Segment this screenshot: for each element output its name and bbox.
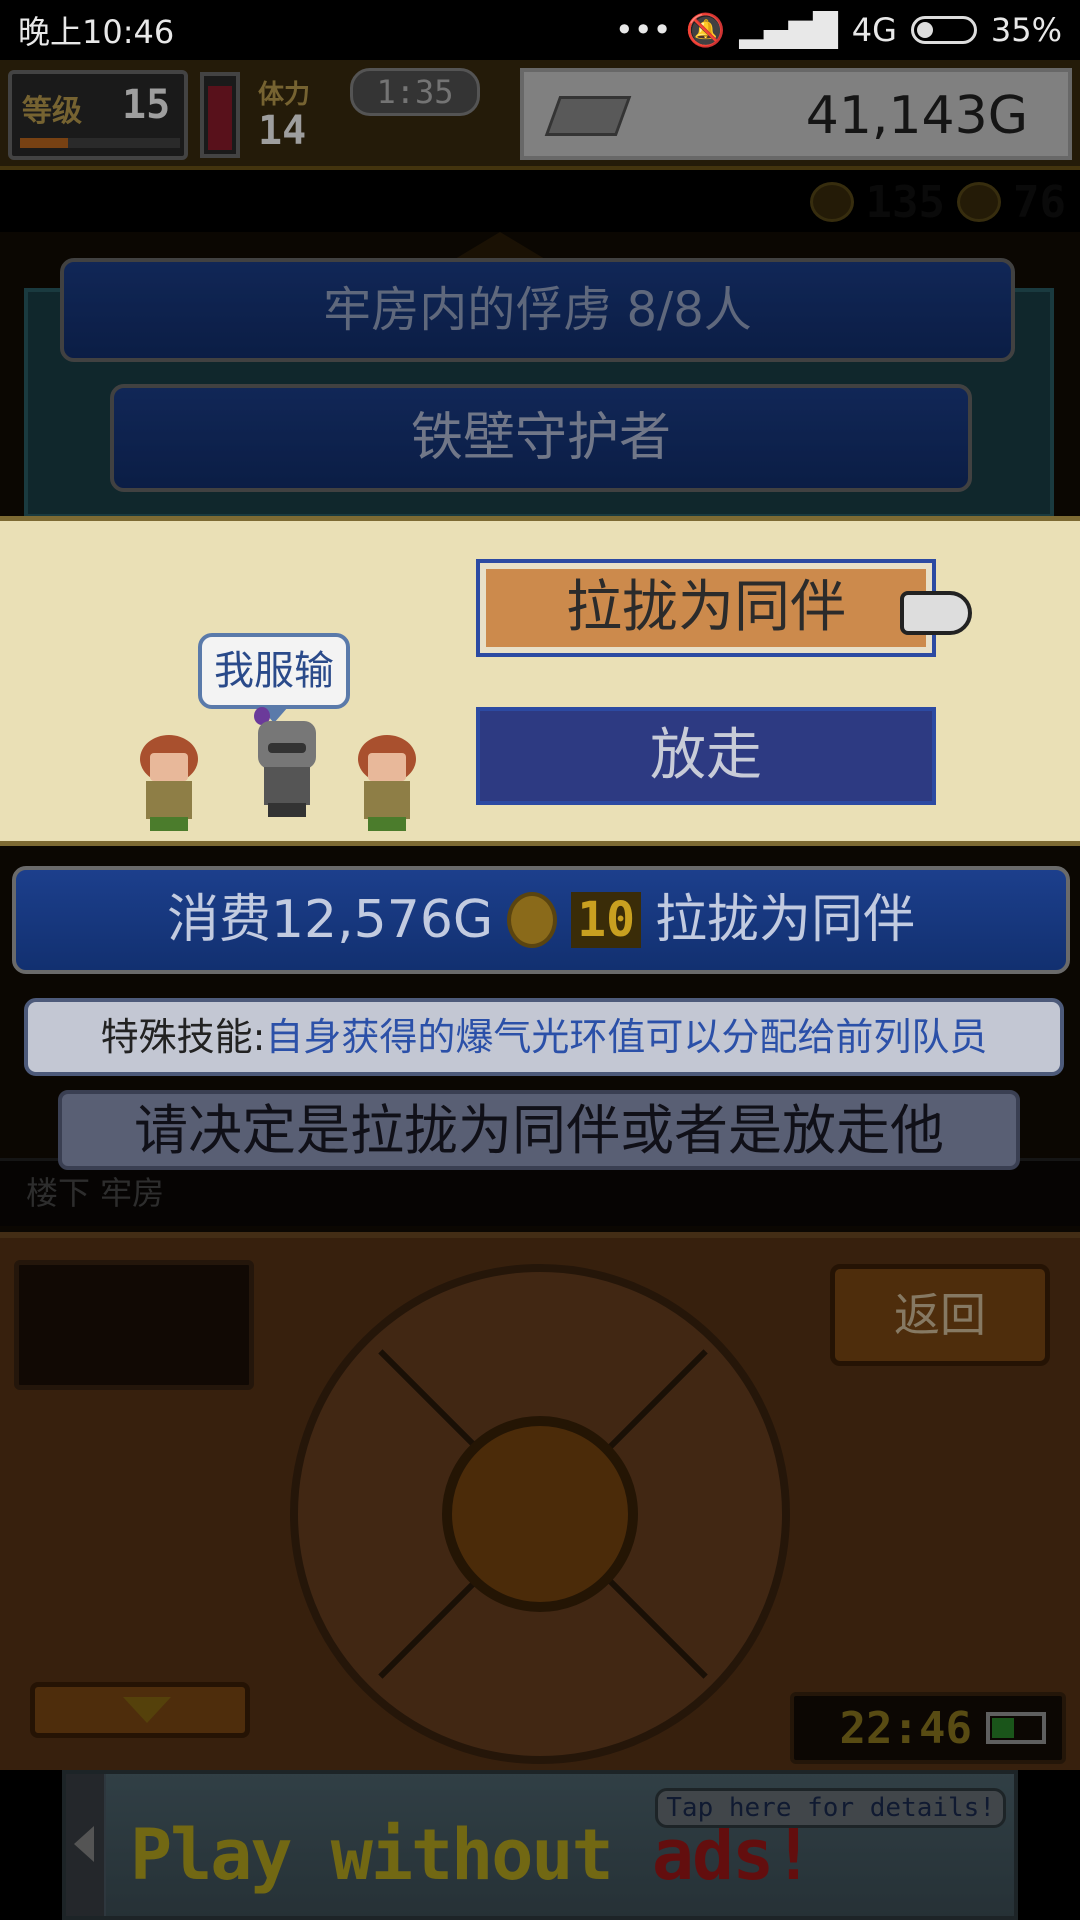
resource-bar: 135 76 bbox=[650, 172, 1080, 232]
prisoner-knight-sprite bbox=[250, 721, 324, 817]
network-type: 4G bbox=[851, 11, 897, 49]
status-time: 晚上10:46 bbox=[18, 13, 175, 51]
pointing-hand-icon bbox=[900, 591, 972, 635]
coin-icon bbox=[507, 892, 558, 948]
cost-action: 拉拢为同伴 bbox=[655, 890, 916, 950]
food-icon bbox=[809, 182, 854, 222]
controller-screen bbox=[14, 1260, 254, 1390]
ad-text-main: Play without bbox=[130, 1814, 614, 1896]
level-label: 等级 bbox=[22, 94, 82, 129]
ally-left-sprite bbox=[132, 735, 206, 831]
resource-b-value: 76 bbox=[1013, 176, 1066, 228]
game-clock: 22:46 bbox=[790, 1692, 1066, 1764]
dpad[interactable] bbox=[290, 1264, 790, 1764]
resource-a-value: 135 bbox=[865, 176, 946, 228]
level-box: 等级 15 bbox=[8, 70, 188, 160]
recruit-cost-bar: 消费12,576G 10 拉拢为同伴 bbox=[12, 866, 1070, 974]
battery-icon bbox=[910, 16, 977, 44]
ad-content[interactable]: Play without ads! Tap here for details! bbox=[106, 1774, 1014, 1916]
dpad-center-button[interactable] bbox=[442, 1416, 638, 1612]
gold-ingot-icon bbox=[544, 96, 632, 136]
controller-panel: 返回 22:46 bbox=[0, 1232, 1080, 1770]
release-button[interactable]: 放走 bbox=[476, 707, 936, 805]
mute-icon: 🔕 bbox=[685, 11, 726, 49]
clock-time: 22:46 bbox=[839, 1702, 972, 1754]
instruction-text: 请决定是拉拢为同伴或者是放走他 bbox=[58, 1090, 1020, 1170]
ad-banner[interactable]: Play without ads! Tap here for details! bbox=[62, 1770, 1018, 1920]
speech-bubble: 我服输 bbox=[198, 633, 350, 723]
cost-gold: 消费12,576G bbox=[166, 890, 494, 950]
ally-right-sprite bbox=[350, 735, 424, 831]
prisoner-count-title: 牢房内的俘虏 8/8人 bbox=[60, 258, 1015, 362]
exp-bar bbox=[20, 138, 180, 148]
stamina-label: 体力 bbox=[258, 80, 311, 110]
cost-coin-count: 10 bbox=[571, 892, 642, 948]
skill-label: 特殊技能: bbox=[100, 1015, 266, 1059]
special-skill-box: 特殊技能:自身获得的爆气光环值可以分配给前列队员 bbox=[24, 998, 1064, 1076]
level-value: 15 bbox=[122, 82, 171, 128]
battery-percent: 35% bbox=[990, 11, 1062, 49]
ad-prev-arrow-icon[interactable] bbox=[66, 1774, 104, 1916]
more-icon: ••• bbox=[614, 11, 672, 49]
status-icons: ••• 🔕 ▂▄▆█ 4G 35% bbox=[615, 11, 1062, 49]
hud-timer: 1:35 bbox=[350, 68, 480, 116]
game-hud: 等级 15 体力 14 1:35 41,143G bbox=[0, 60, 1080, 170]
back-button[interactable]: 返回 bbox=[830, 1264, 1050, 1366]
prisoner-name-title: 铁壁守护者 bbox=[110, 384, 972, 492]
stamina-value: 14 bbox=[258, 108, 307, 154]
status-bar: 晚上10:46 ••• 🔕 ▂▄▆█ 4G 35% bbox=[0, 0, 1080, 60]
recruit-button[interactable]: 拉拢为同伴 bbox=[476, 559, 936, 657]
gold-value: 41,143G bbox=[805, 86, 1028, 146]
menu-down-button[interactable] bbox=[30, 1682, 250, 1738]
signal-icon: ▂▄▆█ bbox=[739, 11, 838, 49]
device-battery-icon bbox=[986, 1712, 1046, 1744]
stamina-box: 体力 14 bbox=[258, 74, 310, 151]
choice-panel: 我服输 拉拢为同伴 放走 bbox=[0, 516, 1080, 846]
gold-box: 41,143G bbox=[520, 68, 1072, 160]
ad-details-tip[interactable]: Tap here for details! bbox=[655, 1788, 1006, 1828]
skill-description: 自身获得的爆气光环值可以分配给前列队员 bbox=[265, 1015, 988, 1059]
medal-icon bbox=[957, 182, 1002, 222]
stamina-gauge bbox=[200, 72, 240, 158]
